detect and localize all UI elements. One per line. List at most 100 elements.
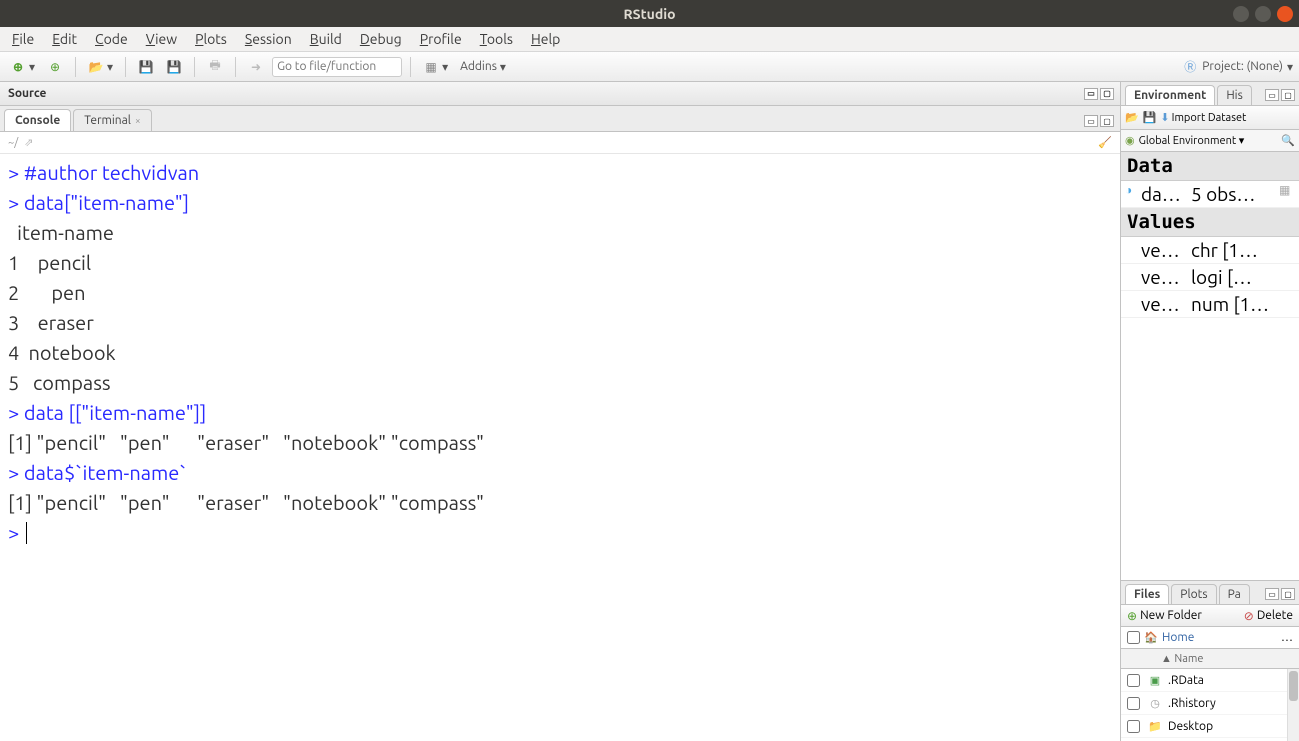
file-checkbox[interactable] [1127, 697, 1140, 710]
close-icon[interactable]: × [135, 115, 141, 126]
env-value-row[interactable]: ve…chr [1… [1121, 237, 1299, 264]
plus-r-icon: ⊕ [47, 59, 63, 75]
grid-view-button[interactable]: ▦▾ [419, 57, 452, 77]
console-working-dir: ~/ [8, 137, 18, 149]
file-name: .RData [1168, 674, 1204, 687]
addins-button[interactable]: Addins ▾ [456, 58, 510, 76]
env-value-row[interactable]: ve…logi [… [1121, 264, 1299, 291]
r-project-icon: Ⓡ [1182, 59, 1198, 75]
files-scrollbar[interactable] [1287, 669, 1299, 741]
new-folder-button[interactable]: ⊕New Folder [1127, 609, 1202, 623]
tab-history[interactable]: His [1217, 85, 1252, 105]
files-tabs: Files Plots Pa ▭ ▢ [1121, 581, 1299, 605]
source-maximize-icon[interactable]: ▢ [1100, 88, 1114, 100]
new-file-button[interactable]: ⊕▾ [6, 57, 39, 77]
import-icon: ⬇ [1160, 111, 1169, 124]
open-file-button[interactable]: 📂▾ [84, 57, 117, 77]
load-workspace-icon[interactable]: 📂 [1125, 111, 1139, 124]
files-breadcrumb: 🏠 Home … [1121, 627, 1299, 649]
save-all-icon: 💾 [166, 59, 182, 75]
menubar: File Edit Code View Plots Session Build … [0, 27, 1299, 52]
files-column-header[interactable]: ▲ Name [1121, 649, 1299, 669]
tab-console[interactable]: Console [4, 109, 71, 131]
menu-file[interactable]: File [12, 31, 34, 47]
folder-open-icon: 📂 [88, 59, 104, 75]
tab-files[interactable]: Files [1125, 584, 1169, 604]
environment-list: Data ◑ da… 5 obs… ▦ Values ve…chr [1… ve… [1121, 152, 1299, 580]
console-tabs: Console Terminal× ▭ ▢ [0, 106, 1120, 132]
source-pane-header: Source ▭ ▢ [0, 82, 1120, 106]
menu-build[interactable]: Build [310, 31, 342, 47]
env-minimize-icon[interactable]: ▭ [1265, 89, 1279, 101]
grid-icon: ▦ [423, 59, 439, 75]
files-maximize-icon[interactable]: ▢ [1281, 588, 1295, 600]
file-name: Desktop [1168, 720, 1213, 733]
project-menu[interactable]: ⓇProject: (None) ▾ [1182, 59, 1293, 75]
menu-session[interactable]: Session [245, 31, 292, 47]
rdata-file-icon: ▣ [1148, 673, 1162, 687]
source-pane-title: Source [8, 87, 46, 100]
new-project-button[interactable]: ⊕ [43, 57, 67, 77]
window-maximize-button[interactable] [1255, 6, 1271, 22]
save-button[interactable]: 💾 [134, 57, 158, 77]
menu-profile[interactable]: Profile [420, 31, 462, 47]
file-checkbox[interactable] [1127, 674, 1140, 687]
window-titlebar: RStudio [0, 0, 1299, 27]
window-minimize-button[interactable] [1233, 6, 1249, 22]
file-row[interactable]: 📁 Desktop [1121, 715, 1299, 738]
files-list: ▣ .RData ◷ .Rhistory 📁 Desktop [1121, 669, 1299, 741]
environment-scope-row: ◉ Global Environment ▾ 🔍 [1121, 130, 1299, 152]
tab-environment[interactable]: Environment [1125, 85, 1215, 105]
clear-console-icon[interactable]: 🧹 [1098, 136, 1112, 149]
files-minimize-icon[interactable]: ▭ [1265, 588, 1279, 600]
plus-circle-icon: ⊕ [10, 59, 26, 75]
menu-tools[interactable]: Tools [480, 31, 513, 47]
table-view-icon[interactable]: ▦ [1279, 183, 1295, 205]
print-button[interactable]: 🖶 [203, 57, 227, 77]
plus-folder-icon: ⊕ [1127, 609, 1137, 623]
tab-plots[interactable]: Plots [1171, 584, 1216, 604]
search-icon[interactable]: 🔍 [1281, 134, 1295, 147]
import-dataset-button[interactable]: ⬇Import Dataset [1160, 111, 1246, 124]
window-close-button[interactable] [1277, 6, 1293, 22]
env-maximize-icon[interactable]: ▢ [1281, 89, 1295, 101]
env-data-row[interactable]: ◑ da… 5 obs… ▦ [1121, 181, 1299, 208]
console-minimize-icon[interactable]: ▭ [1084, 115, 1098, 127]
source-minimize-icon[interactable]: ▭ [1084, 88, 1098, 100]
tab-packages[interactable]: Pa [1219, 584, 1250, 604]
folder-icon: 📁 [1148, 719, 1162, 733]
menu-help[interactable]: Help [531, 31, 560, 47]
delete-button[interactable]: ⊘Delete [1244, 609, 1293, 623]
console-maximize-icon[interactable]: ▢ [1100, 115, 1114, 127]
files-toolbar: ⊕New Folder ⊘Delete [1121, 605, 1299, 627]
env-values-header: Values [1121, 208, 1299, 237]
file-name: .Rhistory [1168, 697, 1216, 710]
menu-code[interactable]: Code [95, 31, 128, 47]
file-checkbox[interactable] [1127, 720, 1140, 733]
file-row[interactable]: ▣ .RData [1121, 669, 1299, 692]
text-cursor [26, 522, 27, 544]
rhistory-file-icon: ◷ [1148, 696, 1162, 710]
menu-edit[interactable]: Edit [52, 31, 77, 47]
console-path-row: ~/ ⇗ 🧹 [0, 132, 1120, 154]
tab-terminal[interactable]: Terminal× [73, 109, 151, 131]
delete-icon: ⊘ [1244, 609, 1254, 623]
breadcrumb-home[interactable]: Home [1162, 631, 1194, 644]
goto-button[interactable]: ➜ [244, 57, 268, 77]
print-icon: 🖶 [207, 59, 223, 75]
expand-icon[interactable]: ◑ [1125, 183, 1141, 205]
popout-icon[interactable]: ⇗ [24, 136, 33, 149]
save-workspace-icon[interactable]: 💾 [1143, 111, 1157, 124]
env-value-row[interactable]: ve…num [1… [1121, 291, 1299, 318]
save-all-button[interactable]: 💾 [162, 57, 186, 77]
menu-debug[interactable]: Debug [360, 31, 402, 47]
more-button[interactable]: … [1281, 631, 1293, 644]
window-title: RStudio [623, 6, 675, 22]
menu-plots[interactable]: Plots [195, 31, 227, 47]
select-all-checkbox[interactable] [1127, 631, 1140, 644]
goto-file-function-input[interactable] [272, 57, 402, 77]
menu-view[interactable]: View [146, 31, 177, 47]
file-row[interactable]: ◷ .Rhistory [1121, 692, 1299, 715]
environment-scope-dropdown[interactable]: Global Environment ▾ [1139, 134, 1245, 147]
console-output[interactable]: > #author techvidvan > data["item-name"]… [0, 154, 1120, 741]
